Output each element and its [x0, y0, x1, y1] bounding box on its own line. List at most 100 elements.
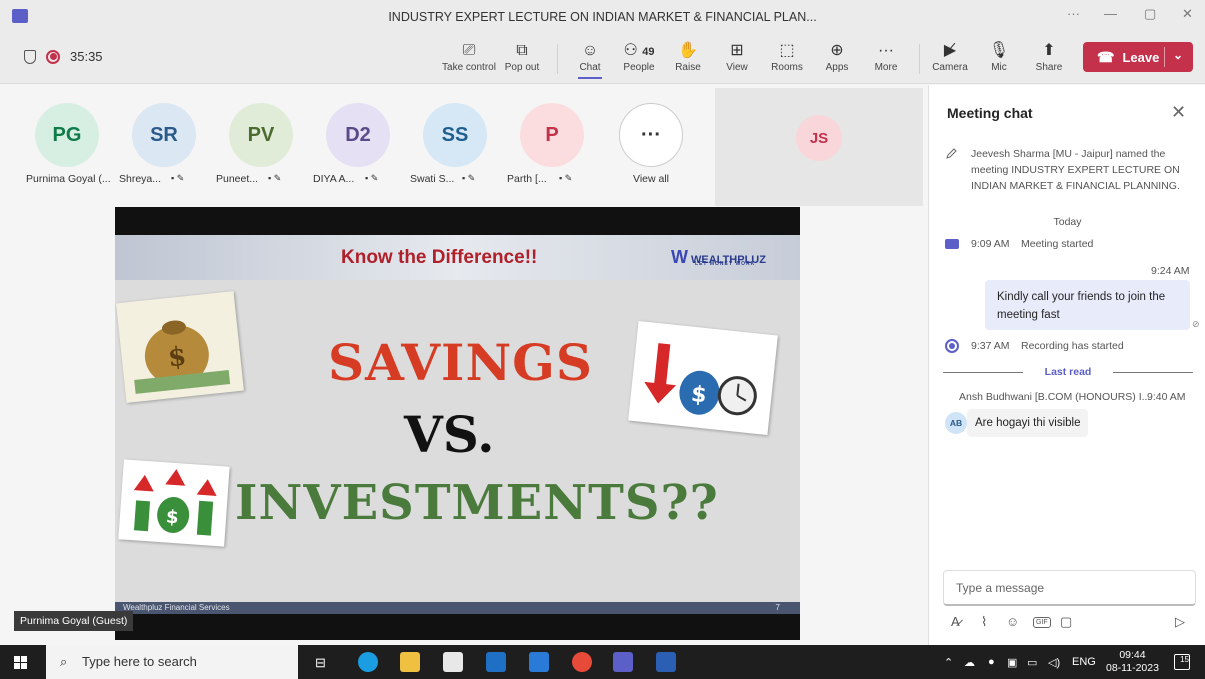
- message-sender: Ansh Budhwani [B.COM (HONOURS) I...: [959, 391, 1151, 403]
- chrome-icon[interactable]: [572, 652, 592, 672]
- avatar: AB: [945, 412, 967, 434]
- take-control-button[interactable]: ⎚ Take control: [441, 40, 497, 73]
- pop-out-button[interactable]: ⧉ Pop out: [494, 40, 550, 73]
- window-more-icon[interactable]: ···: [1067, 6, 1080, 21]
- mail-icon[interactable]: [529, 652, 549, 672]
- slide-heading: Know the Difference!!: [341, 247, 538, 268]
- slide-title-savings: SAVINGS: [328, 333, 593, 392]
- camera-button[interactable]: ▶̸ Camera: [922, 40, 978, 73]
- toolbar-divider: [557, 44, 558, 74]
- format-icon[interactable]: A̷: [951, 614, 960, 629]
- rooms-icon: ⬚: [779, 42, 795, 59]
- meeting-stage: PG Purnima Goyal (... SR Shreya... ▪ ✎ PV Pune…: [0, 85, 928, 645]
- shared-screen: Know the Difference!! W WEALTHPLUZ LET MO…: [115, 207, 800, 640]
- mic-off-icon: 🎙: [988, 42, 1010, 59]
- shield-icon: [24, 49, 36, 64]
- message-compose-input[interactable]: Type a message: [943, 570, 1196, 606]
- leave-divider: [1164, 47, 1165, 67]
- leave-button[interactable]: ☎ Leave ⌄: [1083, 42, 1193, 72]
- presentation-slide: Know the Difference!! W WEALTHPLUZ LET MO…: [115, 235, 800, 614]
- raise-hand-button[interactable]: ✋ Raise: [660, 40, 716, 73]
- participant-name: Puneet...: [216, 173, 259, 185]
- wealthpluz-logo: W WEALTHPLUZ LET MONEY WORK: [671, 247, 766, 267]
- recording-time: 9:37 AM: [971, 340, 1010, 352]
- onedrive-icon[interactable]: ☁: [964, 656, 975, 669]
- camera-mic-off-icon: ▪ ✎: [365, 173, 379, 183]
- camera-mic-off-icon: ▪ ✎: [171, 173, 185, 183]
- incoming-message[interactable]: Are hogayi thi visible: [967, 409, 1089, 437]
- outlook-icon[interactable]: [486, 652, 506, 672]
- chevron-down-icon[interactable]: ⌄: [1173, 48, 1183, 62]
- rooms-button[interactable]: ⬚ Rooms: [759, 40, 815, 73]
- avatar[interactable]: PG: [35, 103, 99, 167]
- camera-off-icon: ▶̸: [943, 42, 957, 59]
- chevron-up-icon[interactable]: ⌃: [944, 656, 953, 669]
- taskbar-search-input[interactable]: ⌕ Type here to search: [46, 645, 298, 679]
- chat-button[interactable]: ☺ Chat: [562, 40, 618, 79]
- people-icon: ⚇ 49: [623, 42, 655, 59]
- teams-icon[interactable]: [613, 652, 633, 672]
- language-indicator[interactable]: ENG: [1072, 656, 1096, 668]
- network-icon[interactable]: ▭: [1027, 656, 1037, 669]
- compose-toolbar: A̷ ⌇ ☺ GIF ▢ ▷: [947, 614, 1192, 636]
- close-icon[interactable]: ✕: [1171, 102, 1186, 123]
- gif-icon[interactable]: GIF: [1033, 617, 1051, 628]
- minimize-icon[interactable]: —: [1104, 6, 1117, 21]
- notification-icon[interactable]: 15: [1174, 654, 1190, 670]
- pencil-icon: [946, 148, 957, 159]
- attach-icon[interactable]: ⌇: [981, 614, 987, 630]
- camera-mic-off-icon: ▪ ✎: [462, 173, 476, 183]
- send-icon[interactable]: ▷: [1175, 614, 1185, 630]
- close-window-icon[interactable]: ✕: [1182, 6, 1193, 22]
- recording-icon: [46, 49, 60, 64]
- edge-browser-icon[interactable]: [358, 652, 378, 672]
- view-all-button[interactable]: ···: [619, 103, 683, 167]
- view-icon: ⊞: [730, 42, 744, 59]
- svg-text:$: $: [690, 382, 708, 408]
- featured-participant-tile[interactable]: JS: [715, 88, 923, 206]
- my-message[interactable]: Kindly call your friends to join the mee…: [985, 280, 1190, 330]
- share-icon: ⬆: [1042, 42, 1056, 59]
- chat-title: Meeting chat: [947, 105, 1033, 121]
- volume-icon[interactable]: ◁): [1048, 656, 1060, 669]
- avatar[interactable]: SR: [132, 103, 196, 167]
- maximize-icon[interactable]: ▢: [1144, 6, 1156, 22]
- slide-title-investments: INVESTMENTS??: [235, 475, 719, 531]
- emoji-icon[interactable]: ☺: [1006, 614, 1019, 629]
- windows-taskbar: ⌕ Type here to search ⊟ ⌃ ☁ ● ▣ ▭ ◁) ENG…: [0, 645, 1205, 679]
- taskbar-clock[interactable]: 09:44 08-11-2023: [1106, 649, 1159, 675]
- avatar[interactable]: PV: [229, 103, 293, 167]
- people-button[interactable]: ⚇ 49 People: [611, 40, 667, 73]
- phone-hangup-icon: ☎: [1097, 48, 1115, 65]
- avatar[interactable]: D2: [326, 103, 390, 167]
- task-view-icon[interactable]: ⊟: [315, 655, 326, 671]
- avatar[interactable]: SS: [423, 103, 487, 167]
- avatar[interactable]: P: [520, 103, 584, 167]
- window-title-bar: INDUSTRY EXPERT LECTURE ON INDIAN MARKET…: [0, 0, 1205, 34]
- file-explorer-icon[interactable]: [400, 652, 420, 672]
- share-button[interactable]: ⬆ Share: [1021, 40, 1077, 73]
- more-button[interactable]: ··· More: [858, 40, 914, 73]
- people-count: 49: [642, 46, 655, 58]
- view-all-label: View all: [633, 173, 669, 185]
- slide-footer: Wealthpluz Financial Services 7: [115, 602, 800, 614]
- apps-button[interactable]: ⊕ Apps: [809, 40, 865, 73]
- sticker-icon[interactable]: ▢: [1060, 614, 1072, 630]
- store-icon[interactable]: [443, 652, 463, 672]
- slide-title-vs: VS.: [404, 405, 495, 464]
- meeting-started-text: Meeting started: [1021, 238, 1094, 250]
- meeting-started-time: 9:09 AM: [971, 238, 1010, 250]
- seen-check-icon: ⊘: [1192, 319, 1200, 329]
- money-bag-image: $: [116, 291, 244, 403]
- investment-clock-image: $: [628, 320, 778, 436]
- system-message-rename: Jeevesh Sharma [MU - Jaipur] named the m…: [971, 148, 1180, 192]
- slide-page-number: 7: [775, 603, 780, 612]
- mic-tray-icon[interactable]: ●: [988, 656, 995, 668]
- avatar: JS: [796, 115, 842, 161]
- word-icon[interactable]: [656, 652, 676, 672]
- windows-start-icon[interactable]: [14, 656, 27, 669]
- meet-now-icon[interactable]: ▣: [1007, 656, 1017, 669]
- window-title: INDUSTRY EXPERT LECTURE ON INDIAN MARKET…: [388, 10, 817, 24]
- mic-button[interactable]: 🎙 Mic: [971, 40, 1027, 73]
- view-button[interactable]: ⊞ View: [709, 40, 765, 73]
